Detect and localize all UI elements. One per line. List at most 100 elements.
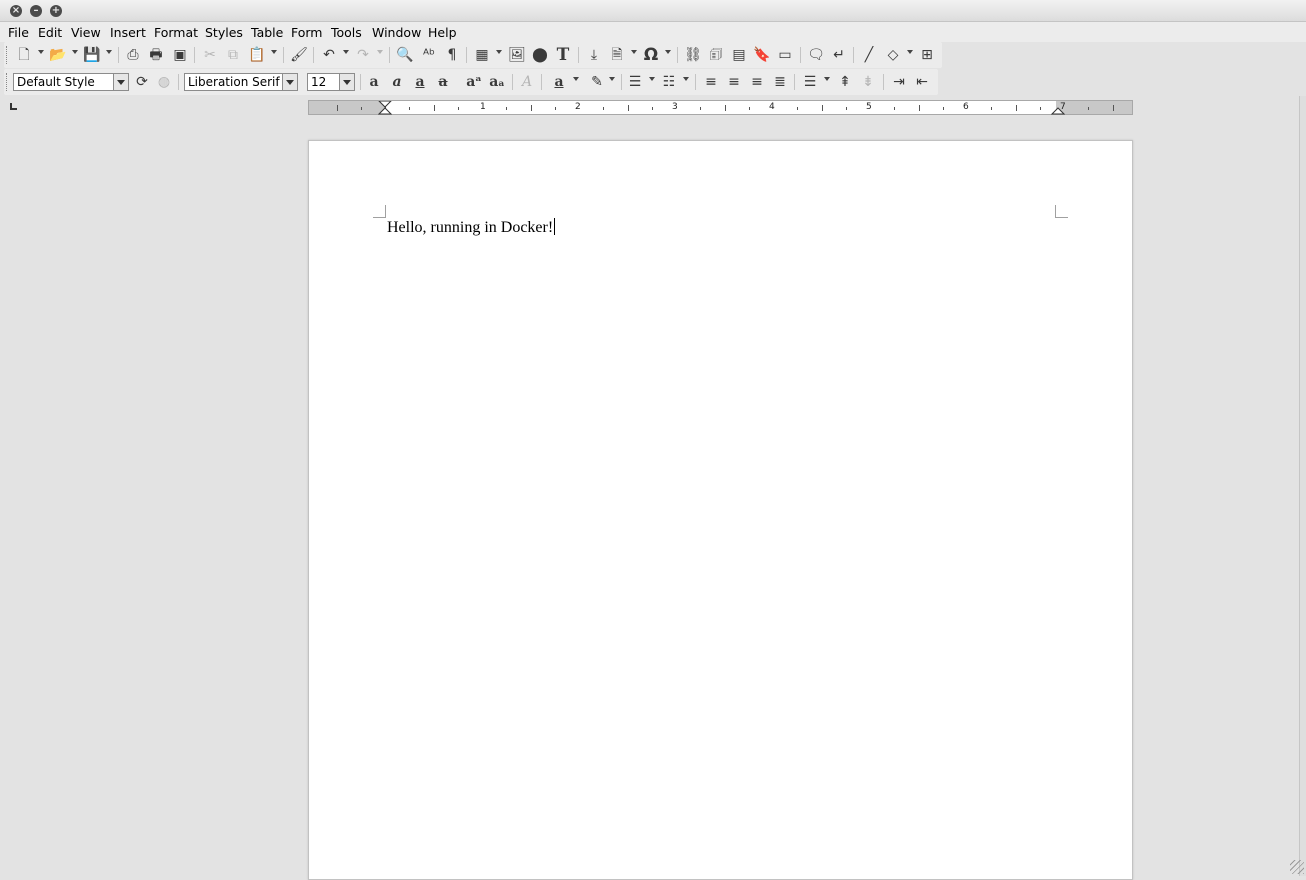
track-changes-icon[interactable]: ↵: [830, 46, 848, 64]
paste-icon[interactable]: 📋: [248, 46, 266, 64]
close-icon[interactable]: ×: [10, 5, 22, 17]
justify-icon[interactable]: ≣: [771, 73, 789, 91]
menu-help[interactable]: Help: [428, 25, 457, 40]
font-size-combo[interactable]: 12: [307, 73, 355, 91]
copy-icon[interactable]: ⧉: [224, 46, 242, 64]
formatting-marks-icon[interactable]: ¶: [443, 46, 461, 64]
bold-icon[interactable]: a: [365, 73, 383, 91]
numbering-dropdown-icon[interactable]: [683, 77, 689, 81]
horizontal-ruler[interactable]: 1 2 3 4 5 6 7: [308, 100, 1133, 115]
line-icon[interactable]: ╱: [860, 46, 878, 64]
menu-table[interactable]: Table: [251, 25, 283, 40]
open-dropdown-icon[interactable]: [72, 50, 78, 54]
endnote-icon[interactable]: ▤: [730, 46, 748, 64]
clone-formatting-icon[interactable]: 🖌: [290, 46, 308, 64]
menu-edit[interactable]: Edit: [38, 25, 62, 40]
chevron-down-icon[interactable]: [282, 74, 297, 90]
special-character-icon[interactable]: Ω: [642, 46, 660, 64]
align-left-icon[interactable]: ≡: [702, 73, 720, 91]
new-dropdown-icon[interactable]: [38, 50, 44, 54]
save-icon[interactable]: 💾: [83, 46, 101, 64]
new-style-icon[interactable]: ◍: [155, 73, 173, 91]
field-dropdown-icon[interactable]: [631, 50, 637, 54]
spelling-icon[interactable]: ᴬᵇ: [420, 46, 438, 64]
chevron-down-icon[interactable]: [113, 74, 128, 90]
insert-text-box-icon[interactable]: T: [554, 46, 572, 64]
minimize-icon[interactable]: –: [30, 5, 42, 17]
subscript-icon[interactable]: aₐ: [488, 73, 506, 91]
decrease-paragraph-spacing-icon[interactable]: ⇟: [859, 73, 877, 91]
increase-indent-icon[interactable]: ⇥: [890, 73, 908, 91]
line-spacing-icon[interactable]: ☰: [801, 73, 819, 91]
paste-dropdown-icon[interactable]: [271, 50, 277, 54]
open-folder-icon[interactable]: 📂: [49, 46, 67, 64]
comment-icon[interactable]: 🗨: [807, 46, 825, 64]
font-color-dropdown-icon[interactable]: [573, 77, 579, 81]
insert-image-icon[interactable]: 🖼: [508, 46, 526, 64]
bullets-icon[interactable]: ☰: [626, 73, 644, 91]
menu-window[interactable]: Window: [372, 25, 421, 40]
menu-file[interactable]: File: [8, 25, 29, 40]
redo-icon[interactable]: ↷: [354, 46, 372, 64]
toolbar-options-icon[interactable]: ⊞: [918, 46, 936, 64]
find-replace-icon[interactable]: 🔍: [396, 46, 414, 64]
table-dropdown-icon[interactable]: [496, 50, 502, 54]
undo-icon[interactable]: ↶: [320, 46, 338, 64]
menu-form[interactable]: Form: [291, 25, 323, 40]
font-name-combo[interactable]: Liberation Serif: [184, 73, 298, 91]
footnote-icon[interactable]: 🗊: [707, 46, 725, 64]
page-break-icon[interactable]: ⤓: [585, 46, 603, 64]
print-icon[interactable]: 🖶: [147, 46, 165, 64]
hyperlink-icon[interactable]: ⛓: [684, 46, 702, 64]
maximize-icon[interactable]: +: [50, 5, 62, 17]
clear-formatting-icon[interactable]: A: [518, 73, 536, 91]
decrease-indent-icon[interactable]: ⇤: [913, 73, 931, 91]
vertical-scrollbar[interactable]: [1299, 96, 1306, 876]
menu-format[interactable]: Format: [154, 25, 198, 40]
save-dropdown-icon[interactable]: [106, 50, 112, 54]
chevron-down-icon[interactable]: [339, 74, 354, 90]
paragraph-style-combo[interactable]: Default Style: [13, 73, 129, 91]
document-page[interactable]: Hello, running in Docker!: [308, 140, 1133, 880]
toolbar-grip[interactable]: [6, 46, 10, 64]
highlighting-icon[interactable]: ✎: [588, 73, 606, 91]
bullets-dropdown-icon[interactable]: [649, 77, 655, 81]
export-pdf-icon[interactable]: ⎙: [124, 46, 142, 64]
highlighting-dropdown-icon[interactable]: [609, 77, 615, 81]
menu-tools[interactable]: Tools: [331, 25, 362, 40]
increase-paragraph-spacing-icon[interactable]: ⇞: [836, 73, 854, 91]
right-indent-marker-icon[interactable]: [1051, 101, 1065, 115]
menu-view[interactable]: View: [71, 25, 101, 40]
cross-reference-icon[interactable]: ▭: [776, 46, 794, 64]
left-indent-marker-icon[interactable]: [378, 101, 392, 115]
cut-icon[interactable]: ✂: [201, 46, 219, 64]
menu-insert[interactable]: Insert: [110, 25, 146, 40]
toolbar-grip[interactable]: [6, 73, 10, 91]
redo-dropdown-icon[interactable]: [377, 50, 383, 54]
document-text-line[interactable]: Hello, running in Docker!: [387, 218, 556, 237]
bookmark-icon[interactable]: 🔖: [753, 46, 771, 64]
underline-icon[interactable]: a: [411, 73, 429, 91]
font-color-icon[interactable]: a: [550, 73, 568, 91]
ruler-tick: [1112, 105, 1114, 111]
basic-shapes-icon[interactable]: ◇: [884, 46, 902, 64]
italic-icon[interactable]: a: [388, 73, 406, 91]
align-right-icon[interactable]: ≡: [748, 73, 766, 91]
resize-grip-icon[interactable]: [1290, 860, 1304, 874]
print-preview-icon[interactable]: ▣: [171, 46, 189, 64]
new-document-icon[interactable]: 🗋: [15, 46, 33, 64]
menu-styles[interactable]: Styles: [205, 25, 243, 40]
align-center-icon[interactable]: ≡: [725, 73, 743, 91]
strikethrough-icon[interactable]: a: [434, 73, 452, 91]
tab-stop-selector-icon[interactable]: [10, 103, 17, 110]
line-spacing-dropdown-icon[interactable]: [824, 77, 830, 81]
shapes-dropdown-icon[interactable]: [907, 50, 913, 54]
superscript-icon[interactable]: aᵃ: [465, 73, 483, 91]
undo-dropdown-icon[interactable]: [343, 50, 349, 54]
insert-chart-icon[interactable]: ⬤: [531, 46, 549, 64]
insert-field-icon[interactable]: 🗎: [608, 46, 626, 64]
update-style-icon[interactable]: ⟳: [133, 73, 151, 91]
numbering-icon[interactable]: ☷: [660, 73, 678, 91]
special-character-dropdown-icon[interactable]: [665, 50, 671, 54]
insert-table-icon[interactable]: ▦: [473, 46, 491, 64]
